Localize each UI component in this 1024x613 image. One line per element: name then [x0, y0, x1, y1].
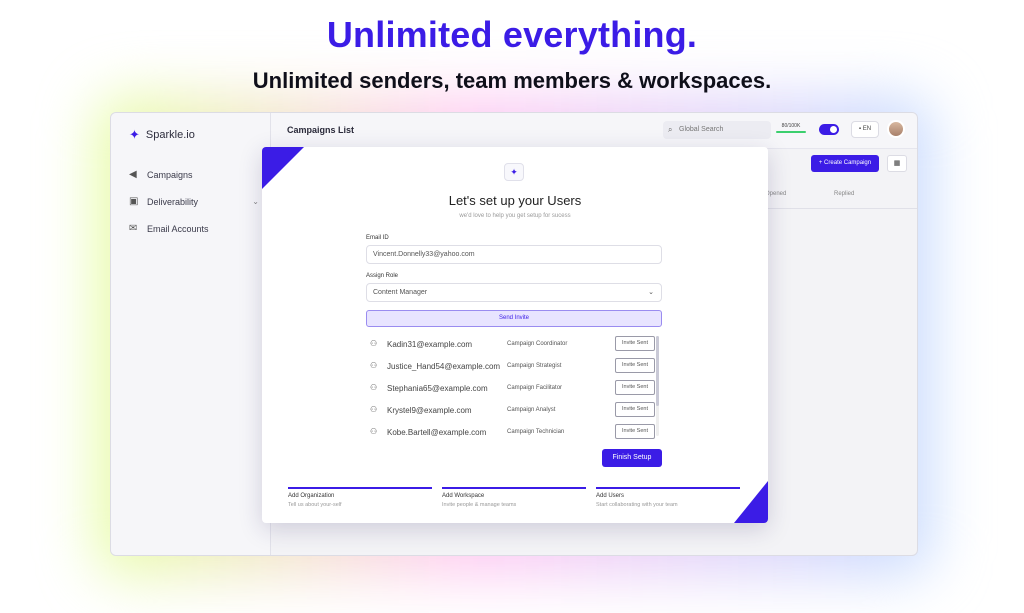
sidebar-item-label: Email Accounts	[147, 223, 209, 234]
list-item: ⚇ Justice_Hand54@example.com Campaign St…	[366, 356, 662, 378]
hero-headline: Unlimited everything.	[326, 14, 698, 55]
step-description: Start collaborating with your team	[596, 502, 678, 508]
topbar: Campaigns List ⌕ Global Search 80/100K ▪…	[271, 113, 917, 149]
user-email: Kobe.Bartell@example.com	[387, 428, 487, 437]
user-icon: ⚇	[370, 405, 378, 414]
corner-decoration	[262, 147, 304, 189]
step-title: Add Organization	[288, 493, 335, 499]
inbox-check-icon: ▣	[129, 196, 139, 207]
logo-text: Sparkle.io	[145, 129, 195, 141]
chevron-down-icon[interactable]: ⌄	[252, 197, 259, 206]
user-role: Campaign Strategist	[507, 363, 562, 369]
user-icon: ⚇	[370, 427, 378, 436]
mail-icon: ✉	[129, 223, 138, 234]
list-item: ⚇ Krystel9@example.com Campaign Analyst …	[366, 400, 662, 422]
sidebar-item-email-accounts[interactable]: ✉ Email Accounts	[129, 215, 259, 242]
modal-title: Let's set up your Users	[448, 193, 582, 208]
user-email: Justice_Hand54@example.com	[387, 362, 501, 371]
step-description: Tell us about your-self	[288, 502, 342, 508]
invite-sent-button[interactable]: Invite Sent	[615, 358, 655, 373]
step-progress-line	[442, 487, 586, 489]
sidebar-item-campaigns[interactable]: ◀ Campaigns	[129, 161, 259, 188]
search-icon: ⌕	[668, 125, 673, 134]
invite-sent-button[interactable]: Invite Sent	[615, 402, 655, 417]
chevron-down-icon: ⌄	[648, 289, 654, 296]
page-title: Campaigns List	[287, 125, 355, 135]
user-email: Kadin31@example.com	[387, 340, 473, 349]
step-add-workspace: Add Workspace Invite people & manage tea…	[442, 487, 586, 508]
invite-sent-button[interactable]: Invite Sent	[615, 424, 655, 439]
finish-setup-button[interactable]: Finish Setup	[602, 449, 662, 467]
invited-users-list: ⚇ Kadin31@example.com Campaign Coordinat…	[366, 334, 662, 444]
role-label: Assign Role	[366, 273, 399, 279]
sidebar: ✦ Sparkle.io ◀ Campaigns ▣ Deliverabilit…	[111, 113, 271, 555]
user-email: Stephania65@example.com	[387, 384, 488, 393]
create-campaign-button[interactable]: + Create Campaign	[811, 155, 879, 172]
sidebar-item-deliverability[interactable]: ▣ Deliverability ⌄	[129, 188, 259, 215]
email-field[interactable]: Vincent.Donnelly33@yahoo.com	[366, 245, 662, 264]
role-value: Content Manager	[373, 289, 428, 296]
step-add-users: Add Users Start collaborating with your …	[596, 487, 740, 508]
search-placeholder: Global Search	[679, 126, 724, 133]
scrollbar-thumb[interactable]	[656, 336, 659, 406]
grid-icon: ▦	[893, 160, 901, 167]
language-label: EN	[862, 126, 872, 132]
search-input[interactable]: ⌕ Global Search	[663, 121, 771, 139]
send-invite-button[interactable]: Send Invite	[366, 310, 662, 327]
step-description: Invite people & manage teams	[442, 502, 517, 508]
invite-sent-button[interactable]: Invite Sent	[615, 380, 655, 395]
column-header-replied: Replied	[834, 191, 855, 197]
usage-bar	[776, 131, 806, 133]
step-title: Add Users	[596, 493, 625, 499]
user-role: Campaign Facilitator	[507, 385, 563, 391]
sparkle-icon: ✦	[504, 163, 524, 181]
role-select[interactable]: Content Manager ⌄	[366, 283, 662, 302]
user-role: Campaign Technician	[507, 429, 565, 435]
setup-users-modal: ✦ Let's set up your Users we'd love to h…	[262, 147, 768, 523]
column-header-opened: Opened	[765, 191, 787, 197]
user-role: Campaign Coordinator	[507, 341, 568, 347]
avatar[interactable]	[887, 120, 905, 138]
sidebar-item-label: Deliverability	[147, 196, 199, 207]
sidebar-nav: ◀ Campaigns ▣ Deliverability ⌄ ✉ Email A…	[129, 161, 259, 242]
list-item: ⚇ Kobe.Bartell@example.com Campaign Tech…	[366, 422, 662, 444]
grid-view-button[interactable]: ▦	[887, 155, 907, 172]
user-icon: ⚇	[370, 339, 378, 348]
sparkle-icon: ✦	[129, 127, 140, 142]
language-selector[interactable]: ▪ EN	[851, 121, 879, 138]
hero-subheadline: Unlimited senders, team members & worksp…	[252, 68, 772, 93]
user-role: Campaign Analyst	[507, 407, 556, 413]
flag-icon: ▪	[858, 126, 862, 132]
list-item: ⚇ Stephania65@example.com Campaign Facil…	[366, 378, 662, 400]
theme-toggle[interactable]	[819, 124, 839, 135]
step-add-organization: Add Organization Tell us about your-self	[288, 487, 432, 508]
list-item: ⚇ Kadin31@example.com Campaign Coordinat…	[366, 334, 662, 356]
step-progress-line	[288, 487, 432, 489]
megaphone-icon: ◀	[129, 169, 137, 180]
usage-meter: 80/100K	[776, 123, 806, 133]
step-title: Add Workspace	[442, 493, 485, 499]
email-value: Vincent.Donnelly33@yahoo.com	[373, 251, 475, 258]
logo[interactable]: ✦ Sparkle.io	[129, 127, 195, 143]
user-icon: ⚇	[370, 383, 378, 392]
invite-sent-button[interactable]: Invite Sent	[615, 336, 655, 351]
sidebar-item-label: Campaigns	[147, 169, 193, 180]
user-icon: ⚇	[370, 361, 378, 370]
modal-subtitle: we'd love to help you get setup for suce…	[459, 213, 571, 219]
email-label: Email ID	[366, 235, 389, 241]
user-email: Krystel9@example.com	[387, 406, 472, 415]
step-progress-line	[596, 487, 740, 489]
usage-text: 80/100K	[781, 123, 801, 129]
